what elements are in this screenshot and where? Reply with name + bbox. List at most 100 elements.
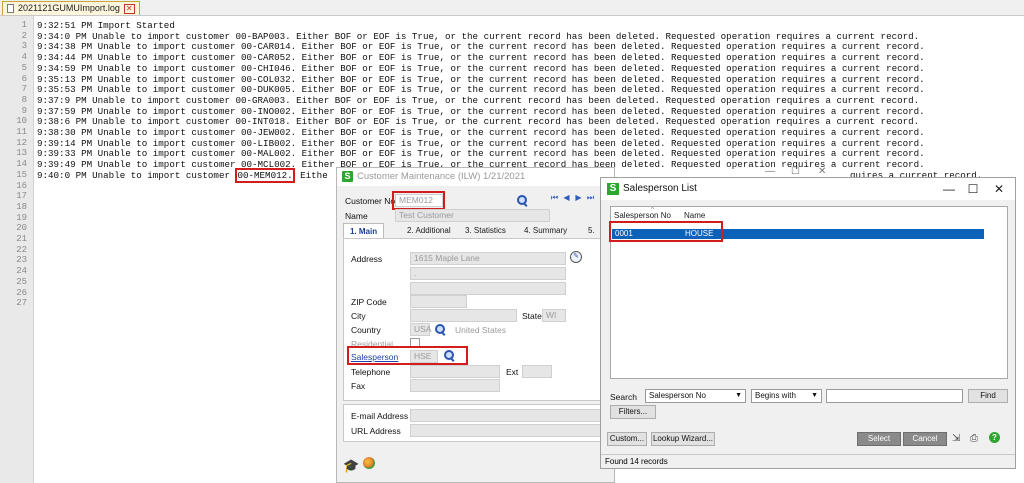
search-input[interactable] (826, 389, 963, 403)
log-line: 9:38:30 PM Unable to import customer 00-… (37, 127, 925, 138)
line-number: 19 (16, 212, 27, 223)
next-record-icon[interactable]: ▶ (574, 193, 583, 202)
address-line3-field[interactable] (410, 282, 566, 295)
log-line-rest: Eithe (294, 169, 328, 181)
line-number: 26 (16, 287, 27, 298)
customer-maintenance-window: S Customer Maintenance (ILW) 1/21/2021 C… (336, 167, 615, 483)
customer-no-highlight-box (392, 191, 445, 210)
export-icon[interactable]: ⇲ (952, 433, 960, 444)
customer-maintenance-title: Customer Maintenance (ILW) 1/21/2021 (357, 171, 526, 182)
line-number: 8 (21, 94, 27, 105)
tab-main[interactable]: 1. Main (343, 223, 385, 239)
cm-maximize-icon[interactable]: ☐ (791, 166, 800, 177)
log-line: 9:35:53 PM Unable to import customer 00-… (37, 84, 925, 96)
tab-more[interactable]: 5. (588, 223, 595, 239)
chevron-down-icon: ▼ (735, 392, 742, 399)
editor-file-tab[interactable]: 2021121GUMUImport.log ✕ (2, 1, 140, 15)
first-record-icon[interactable]: ⏮ (550, 193, 559, 202)
filters-button[interactable]: Filters... (610, 405, 656, 419)
salesperson-list-title: Salesperson List (623, 183, 697, 194)
address-label: Address (351, 254, 383, 264)
country-lookup-icon[interactable] (435, 324, 445, 334)
editor-tab-title: 2021121GUMUImport.log (18, 3, 120, 13)
sort-arrow-icon: ^ (651, 207, 654, 213)
find-button[interactable]: Find (968, 389, 1008, 403)
name-field[interactable]: Test Customer (395, 209, 550, 222)
log-line-prefix: 9:40:0 PM Unable to import customer (37, 169, 236, 181)
help-icon[interactable]: ? (989, 432, 1000, 443)
log-line: 9:37:59 PM Unable to import customer 00-… (37, 105, 925, 117)
search-operator-value: Begins with (755, 391, 796, 400)
address-validation-icon[interactable]: ✎ (570, 251, 582, 263)
country-code-field[interactable]: USA (410, 323, 431, 336)
line-number: 5 (21, 62, 27, 73)
maximize-icon[interactable]: ☐ (965, 181, 981, 197)
zip-code-label: ZIP Code (351, 297, 387, 307)
log-line: 9:34:59 PM Unable to import customer 00-… (37, 62, 925, 74)
log-line: 9:39:33 PM Unable to import customer 00-… (37, 148, 925, 160)
log-line: 9:38:6 PM Unable to import customer 00-I… (37, 116, 920, 128)
email-label: E-mail Address (351, 411, 409, 421)
line-number: 16 (16, 180, 27, 191)
minimize-icon[interactable]: — (941, 181, 957, 197)
line-number: 1 (21, 20, 27, 30)
ext-field[interactable] (522, 365, 552, 378)
salesperson-grid[interactable]: Salesperson No Name ^ 0001 HOUSE (609, 206, 1008, 379)
search-operator-select[interactable]: Begins with ▼ (751, 389, 822, 403)
customer-no-label: Customer No. (345, 196, 398, 206)
cancel-button[interactable]: Cancel (903, 432, 947, 446)
city-field[interactable] (410, 309, 517, 322)
lookup-wizard-button[interactable]: Lookup Wizard... (651, 432, 715, 446)
chevron-down-icon: ▼ (811, 392, 818, 399)
last-record-icon[interactable]: ⏭ (586, 193, 595, 202)
globe-icon[interactable] (363, 457, 375, 469)
telephone-label: Telephone (351, 367, 391, 377)
zip-code-field[interactable] (410, 295, 467, 308)
search-field-value: Salesperson No (649, 391, 706, 400)
tab-summary[interactable]: 4. Summary (524, 223, 567, 239)
close-tab-icon[interactable]: ✕ (123, 3, 135, 14)
search-field-select[interactable]: Salesperson No ▼ (645, 389, 746, 403)
cm-minimize-icon[interactable]: — (765, 166, 775, 177)
name-label: Name (345, 211, 368, 221)
line-number-gutter: 1 2 3 4 5 6 7 8 9 10 11 12 13 14 15 16 17 18 19 20 21 22 23 24 2… (0, 16, 34, 483)
line-number: 15 (16, 169, 27, 180)
log-line: 9:40:0 PM Unable to import customer 00-M… (37, 167, 328, 183)
address-line1-field[interactable]: 1615 Maple Lane (410, 252, 566, 265)
graduation-cap-icon[interactable]: 🎓 (343, 458, 359, 474)
main-tab-panel: Address 1615 Maple Lane ✎ . ZIP Code Cit… (343, 238, 609, 401)
telephone-field[interactable] (410, 365, 500, 378)
line-number: 2 (21, 30, 27, 41)
address-line2-field[interactable]: . (410, 267, 566, 280)
custom-button[interactable]: Custom... (607, 432, 647, 446)
print-icon[interactable]: ⎙ (970, 433, 978, 444)
contact-panel: E-mail Address URL Address (343, 404, 609, 442)
state-field[interactable]: WI (542, 309, 566, 322)
country-name: United States (455, 325, 507, 335)
tab-statistics[interactable]: 3. Statistics (465, 223, 506, 239)
state-label: State (522, 311, 542, 321)
previous-record-icon[interactable]: ◀ (562, 193, 571, 202)
url-field[interactable] (410, 424, 606, 437)
ext-label: Ext (506, 367, 519, 377)
line-number: 25 (16, 276, 27, 287)
city-label: City (351, 311, 366, 321)
line-number: 23 (16, 255, 27, 266)
salesperson-list-window: S Salesperson List — ☐ ✕ Salesperson No … (600, 177, 1016, 469)
url-label: URL Address (351, 426, 401, 436)
column-header-name[interactable]: Name (684, 211, 705, 220)
log-line: 9:35:13 PM Unable to import customer 00-… (37, 73, 925, 85)
line-number: 11 (16, 127, 27, 137)
cm-close-icon[interactable]: ✕ (818, 166, 826, 177)
highlighted-customer-id: 00-MEM012. (235, 167, 295, 183)
column-header-salesperson-no[interactable]: Salesperson No (614, 211, 671, 220)
log-line: 9:34:44 PM Unable to import customer 00-… (37, 52, 925, 64)
email-field[interactable] (410, 409, 606, 422)
line-number: 13 (16, 148, 27, 159)
customer-tabs: 1. Main 2. Additional 3. Statistics 4. S… (343, 223, 616, 239)
close-icon[interactable]: ✕ (991, 181, 1007, 197)
customer-lookup-icon[interactable] (517, 195, 527, 205)
tab-additional[interactable]: 2. Additional (407, 223, 451, 239)
select-button[interactable]: Select (857, 432, 901, 446)
fax-field[interactable] (410, 379, 500, 392)
